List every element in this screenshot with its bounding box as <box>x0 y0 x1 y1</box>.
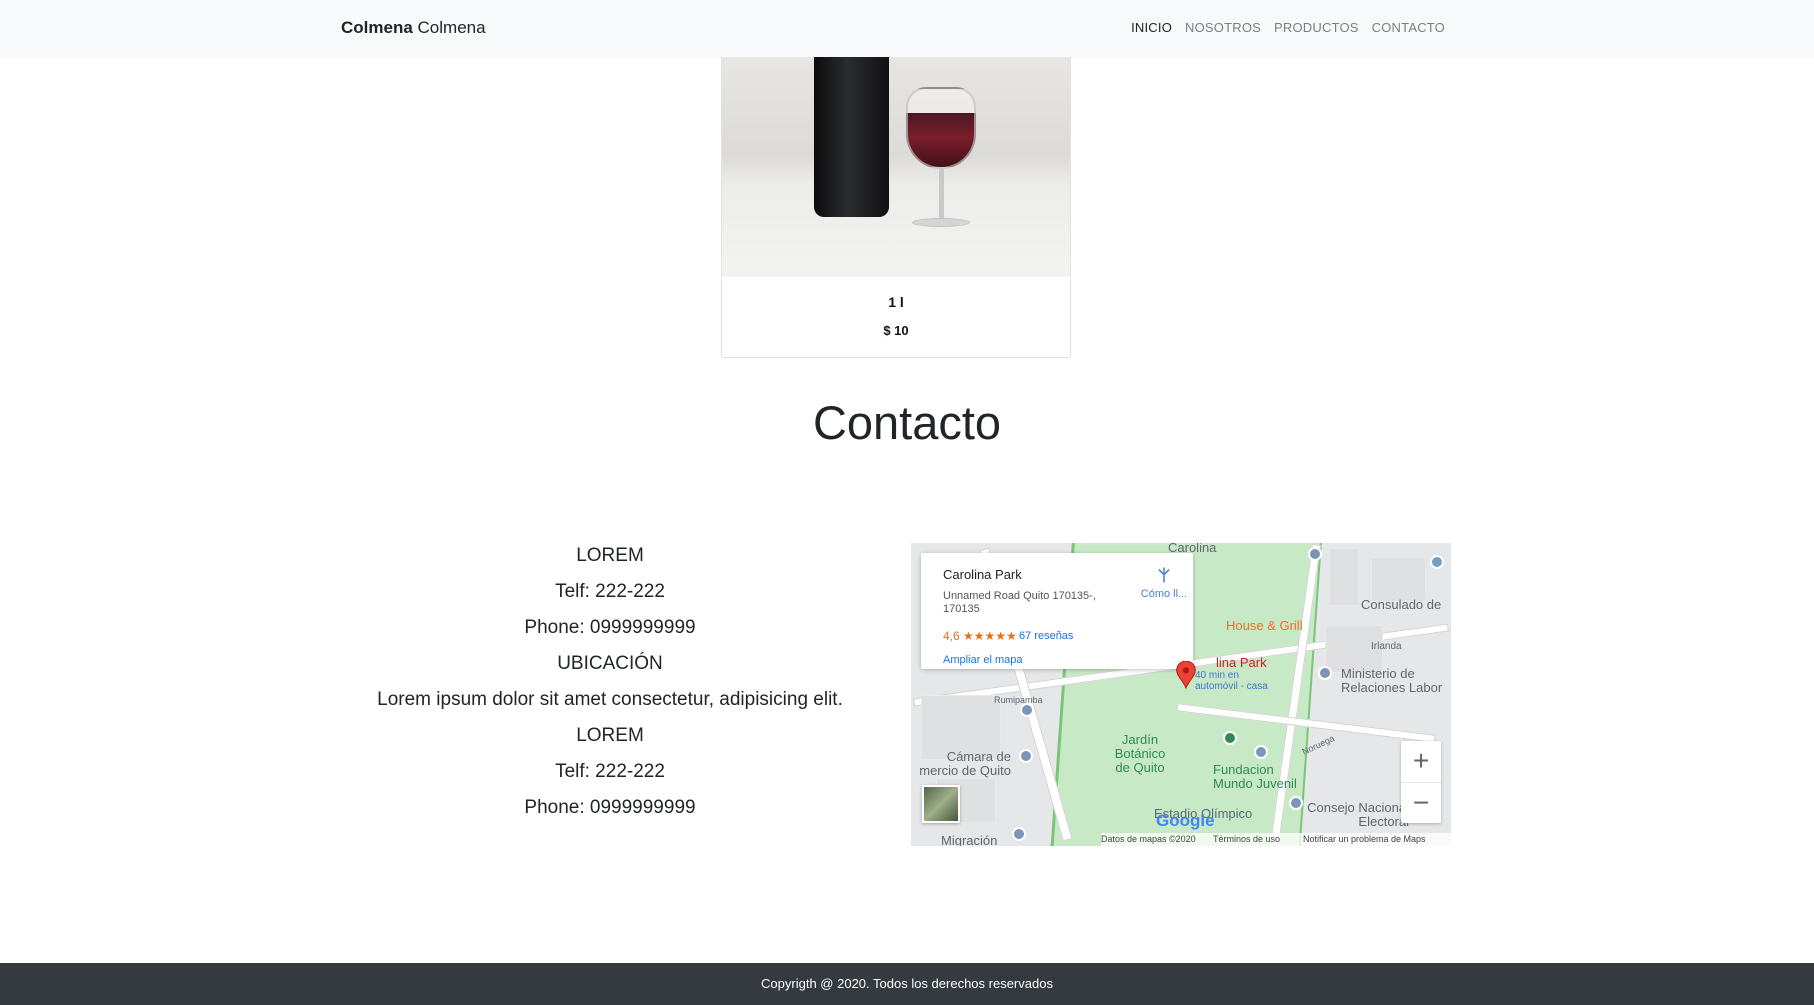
bus-stop-icon <box>1020 703 1034 717</box>
place-title: Carolina Park <box>943 567 1022 582</box>
map-label-jardin: Jardín Botánico de Quito <box>1114 732 1166 775</box>
nav-productos[interactable]: PRODUCTOS <box>1274 20 1359 35</box>
map-label-rumipamba: Rumipamba <box>994 695 1043 705</box>
map-label-irlanda: Irlanda <box>1371 641 1402 652</box>
place-address: Unnamed Road Quito 170135-, 170135 <box>943 590 1096 615</box>
map-label-consejo: Consejo Nacional Electoral <box>1307 800 1409 829</box>
brand-text: Colmena <box>417 18 486 37</box>
city-block <box>1329 548 1359 606</box>
contact-telephone: Telf: 222-222 <box>555 581 665 602</box>
wine-bottle <box>814 57 889 217</box>
wine-glass-foot <box>912 218 970 227</box>
contact-phone: Phone: 0999999999 <box>524 617 696 638</box>
directions-icon <box>1158 567 1170 583</box>
directions-label: Cómo ll... <box>1140 588 1188 600</box>
location-text: Lorem ipsum dolor sit amet consectetur, … <box>377 689 843 710</box>
map-attribution: Datos de mapas ©2020 Términos de uso Not… <box>1101 833 1451 846</box>
google-map[interactable]: Carolina Consulado de House & Grill Irla… <box>911 543 1451 846</box>
contact-phone-secondary: Phone: 0999999999 <box>524 797 696 818</box>
place-icon <box>1430 555 1444 569</box>
map-label-consulado: Consulado de <box>1361 597 1442 612</box>
terms-link[interactable]: Términos de uso <box>1213 834 1280 844</box>
bus-stop-icon <box>1308 547 1322 561</box>
park-icon <box>1223 731 1237 745</box>
map-label-camara: Cámara de mercio de Quito <box>919 749 1011 778</box>
institution-icon <box>1012 827 1026 841</box>
contact-telephone-secondary: Telf: 222-222 <box>555 761 665 782</box>
institution-icon <box>1019 749 1033 763</box>
wine-glass-bowl <box>906 87 976 169</box>
expand-map-link[interactable]: Ampliar el mapa <box>943 654 1022 666</box>
location-heading: UBICACIÓN <box>557 653 663 674</box>
shopping-icon <box>1289 796 1303 810</box>
product-card: 1 l $ 10 <box>721 57 1071 358</box>
map-label-fundacion: Fundacion Mundo Juvenil <box>1213 762 1297 791</box>
contact-heading: LOREM <box>576 545 644 566</box>
nav-nosotros[interactable]: NOSOTROS <box>1185 20 1261 35</box>
main-nav: INICIO NOSOTROS PRODUCTOS CONTACTO <box>1131 20 1445 35</box>
bus-stop-icon <box>1254 745 1268 759</box>
brand-bold: Colmena <box>341 18 413 37</box>
product-size: 1 l <box>888 294 904 310</box>
navbar: Colmena Colmena INICIO NOSOTROS PRODUCTO… <box>0 0 1814 57</box>
map-label-house-grill: House & Grill <box>1226 618 1303 633</box>
directions-button[interactable]: Cómo ll... <box>1133 566 1195 600</box>
google-logo: Google <box>1156 811 1215 830</box>
nav-contacto[interactable]: CONTACTO <box>1372 20 1445 35</box>
zoom-control: + − <box>1401 741 1441 823</box>
contact-info: LOREM Telf: 222-222 Phone: 0999999999 UB… <box>360 538 860 826</box>
map-data-text: Datos de mapas ©2020 <box>1101 834 1196 844</box>
nav-inicio[interactable]: INICIO <box>1131 20 1172 35</box>
copyright-text: Copyrigth @ 2020. Todos los derechos res… <box>761 976 1053 991</box>
wine-photo <box>722 57 1070 277</box>
report-problem-link[interactable]: Notificar un problema de Maps <box>1303 834 1426 844</box>
government-icon <box>1318 666 1332 680</box>
city-block <box>1371 557 1426 602</box>
product-price: $ 10 <box>883 323 909 338</box>
zoom-in-button[interactable]: + <box>1401 741 1441 781</box>
wine-glass-stem <box>939 169 944 221</box>
map-label-migracion: Migración <box>941 833 998 847</box>
satellite-thumbnail[interactable] <box>922 785 960 823</box>
place-info-card: Carolina Park Unnamed Road Quito 170135-… <box>921 553 1193 669</box>
reviews-link[interactable]: 67 reseñas <box>1019 630 1073 642</box>
contact-heading-secondary: LOREM <box>576 725 644 746</box>
map-label-travel-time: 40 min en automóvil - casa <box>1195 670 1268 692</box>
zoom-out-button[interactable]: − <box>1401 782 1441 822</box>
contact-title: Contacto <box>812 396 1002 449</box>
site-footer: Copyrigth @ 2020. Todos los derechos res… <box>0 963 1814 1005</box>
map-label-carolina-park: lina Park <box>1216 655 1267 670</box>
brand-link[interactable]: Colmena Colmena <box>341 18 486 38</box>
map-label-ministerio: Ministerio de Relaciones Labor <box>1341 666 1443 695</box>
place-rating: 4,6 ★★★★★ <box>943 629 1017 643</box>
location-pin-icon[interactable] <box>1174 661 1198 689</box>
